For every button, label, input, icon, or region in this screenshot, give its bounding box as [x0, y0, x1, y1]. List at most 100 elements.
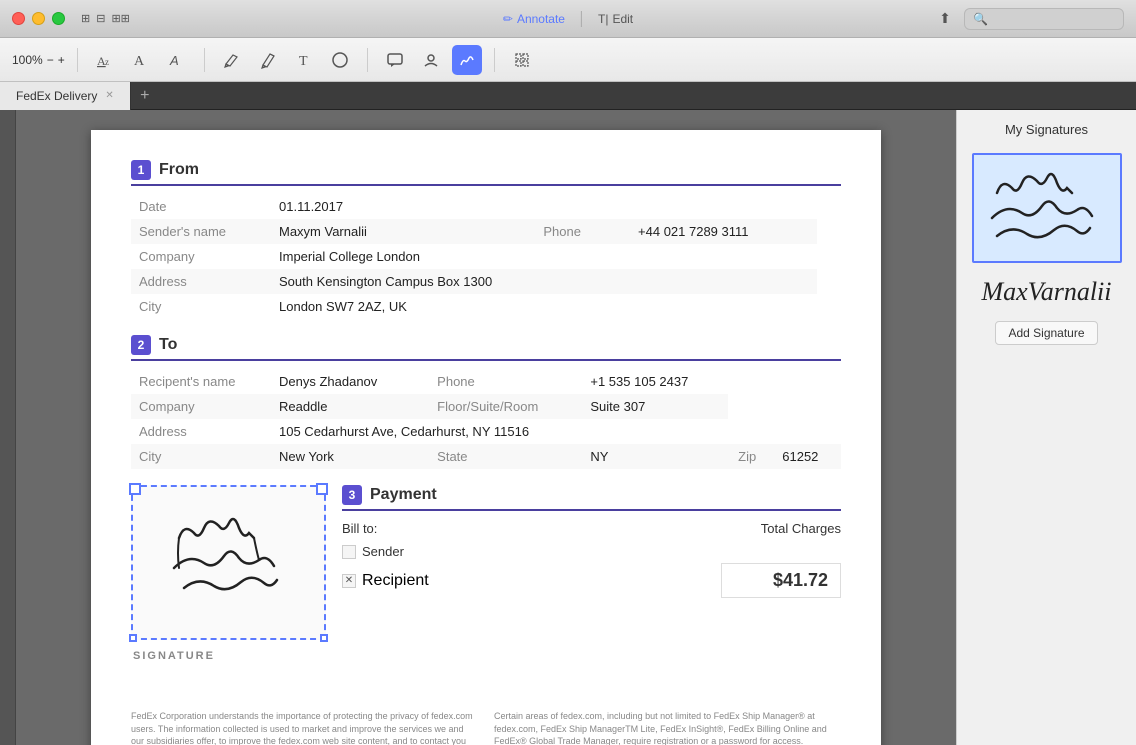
tabbar: FedEx Delivery ✕ + [0, 82, 1136, 110]
tab-close-icon[interactable]: ✕ [105, 90, 113, 101]
annotate-label: Annotate [517, 12, 565, 26]
edit-button[interactable]: T| Edit [598, 12, 633, 26]
zip-label: Zip [728, 444, 774, 469]
toolbar-separator [581, 11, 582, 27]
bill-options: Sender ✕ Recipient $41.72 [342, 544, 841, 598]
from-section-title: From [159, 161, 199, 179]
document-page: 1 From Date 01.11.2017 Sender's name Max… [91, 130, 881, 745]
search-icon: 🔍 [973, 12, 988, 26]
sender-radio[interactable] [342, 545, 356, 559]
floor-value: Suite 307 [582, 394, 728, 419]
zoom-controls: 100% − + [12, 53, 65, 67]
recipient-label: Recipent's name [131, 369, 271, 394]
to-company-value: Readdle [271, 394, 417, 419]
table-row: Address 105 Cedarhurst Ave, Cedarhurst, … [131, 419, 841, 444]
tool-sep-4 [494, 48, 495, 72]
titlebar: ⊞ ⊟ ⊞⊞ ✏ Annotate T| Edit ⬆ 🔍 [0, 0, 1136, 38]
selection-tool[interactable] [507, 45, 537, 75]
recipient-value: Denys Zhadanov [271, 369, 417, 394]
floor-label: Floor/Suite/Room [417, 394, 582, 419]
sender-value: Maxym Varnalii [271, 219, 503, 244]
signature-container: SIGNATURE [131, 485, 326, 640]
svg-text:A: A [134, 54, 145, 69]
signature-name-text: MaxVarnalii [982, 279, 1112, 305]
from-phone-value: +44 021 7289 3111 [630, 219, 817, 244]
signature-thumbnail[interactable] [972, 153, 1122, 263]
charge-amount: $41.72 [721, 563, 841, 598]
pencil-tool[interactable] [253, 45, 283, 75]
to-phone-value: +1 535 105 2437 [582, 369, 728, 394]
footer-left: FedEx Corporation understands the import… [131, 710, 478, 745]
from-section-number: 1 [131, 160, 151, 180]
add-signature-button[interactable]: Add Signature [995, 321, 1097, 345]
maximize-button[interactable] [52, 12, 65, 25]
zoom-up-icon[interactable]: + [58, 53, 65, 67]
footer-right: Certain areas of fedex.com, including bu… [494, 710, 841, 745]
text-tool[interactable]: T [289, 45, 319, 75]
sender-option-label: Sender [362, 544, 404, 559]
svg-text:T: T [299, 54, 308, 69]
signature-payment-area: SIGNATURE 3 Payment Bill to: Total Charg… [131, 485, 841, 670]
from-phone-label: Phone [503, 219, 630, 244]
corner-bl [129, 634, 137, 642]
tab-fedex-delivery[interactable]: FedEx Delivery ✕ [0, 82, 131, 110]
pen-tool[interactable] [217, 45, 247, 75]
bill-header-row: Bill to: Total Charges [342, 521, 841, 536]
shape-tool[interactable] [325, 45, 355, 75]
sidebar-title: My Signatures [1005, 122, 1088, 137]
sender-label: Sender's name [131, 219, 271, 244]
table-row: Company Imperial College London [131, 244, 841, 269]
font-b-tool[interactable]: A [162, 45, 192, 75]
sender-option-row: Sender [342, 544, 841, 559]
payment-section-header: 3 Payment [342, 485, 841, 511]
table-row: City New York State NY Zip 61252 [131, 444, 841, 469]
signature-tool[interactable] [452, 45, 482, 75]
from-address-value: South Kensington Campus Box 1300 [271, 269, 817, 294]
scroll-indicator [0, 110, 16, 745]
state-label: State [417, 444, 582, 469]
table-row: Sender's name Maxym Varnalii Phone +44 0… [131, 219, 841, 244]
document-area[interactable]: 1 From Date 01.11.2017 Sender's name Max… [16, 110, 956, 745]
total-charges-label: Total Charges [761, 521, 841, 536]
minimize-button[interactable] [32, 12, 45, 25]
search-box[interactable]: 🔍 [964, 8, 1124, 30]
tab-label: FedEx Delivery [16, 89, 97, 103]
titlebar-center: ✏ Annotate T| Edit [503, 11, 633, 27]
stamp-tool[interactable] [416, 45, 446, 75]
tool-sep-3 [367, 48, 368, 72]
svg-text:z: z [105, 57, 109, 67]
payment-section-title: Payment [370, 486, 437, 504]
from-table: Date 01.11.2017 Sender's name Maxym Varn… [131, 194, 841, 319]
bill-to-label: Bill to: [342, 521, 377, 536]
to-address-value: 105 Cedarhurst Ave, Cedarhurst, NY 11516 [271, 419, 728, 444]
to-section-title: To [159, 336, 177, 354]
tab-add-button[interactable]: + [131, 82, 159, 110]
footer-text: FedEx Corporation understands the import… [131, 710, 841, 745]
text-format-tool[interactable]: Az [90, 45, 120, 75]
recipient-option-row: ✕ Recipient $41.72 [342, 563, 841, 598]
from-address-label: Address [131, 269, 271, 294]
edit-label: Edit [612, 12, 633, 26]
zoom-down-icon[interactable]: − [47, 53, 54, 67]
table-row: Company Readdle Floor/Suite/Room Suite 3… [131, 394, 841, 419]
signature-box[interactable]: SIGNATURE [131, 485, 326, 640]
share-button[interactable]: ⬆ [934, 8, 956, 30]
to-section-number: 2 [131, 335, 151, 355]
font-a-tool[interactable]: A [126, 45, 156, 75]
to-section-header: 2 To [131, 335, 841, 361]
table-row: Address South Kensington Campus Box 1300 [131, 269, 841, 294]
annotate-button[interactable]: ✏ Annotate [503, 12, 565, 26]
date-label: Date [131, 194, 271, 219]
payment-section-number: 3 [342, 485, 362, 505]
payment-box: 3 Payment Bill to: Total Charges Sender [342, 485, 841, 670]
recipient-checkbox[interactable]: ✕ [342, 574, 356, 588]
date-value: 01.11.2017 [271, 194, 503, 219]
tool-sep-2 [204, 48, 205, 72]
to-phone-label: Phone [417, 369, 582, 394]
annotate-icon: ✏ [503, 12, 513, 26]
signature-svg [149, 498, 309, 628]
close-button[interactable] [12, 12, 25, 25]
comment-tool[interactable] [380, 45, 410, 75]
toolbar: 100% − + Az A A T [0, 38, 1136, 82]
table-row: Recipent's name Denys Zhadanov Phone +1 … [131, 369, 841, 394]
